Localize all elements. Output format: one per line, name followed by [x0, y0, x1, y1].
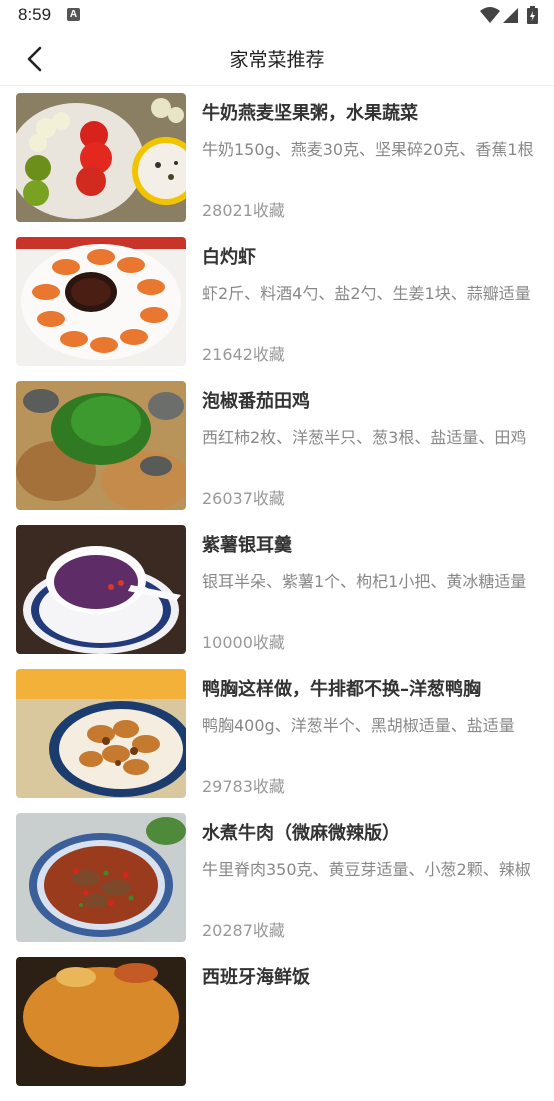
status-bar: 8:59 A — [0, 0, 554, 32]
recipe-favorites: 28021收藏 — [202, 201, 285, 220]
recipe-image — [16, 957, 186, 1086]
notification-icon: A — [67, 8, 80, 21]
battery-icon — [527, 6, 538, 24]
recipe-item[interactable]: 西班牙海鲜饭 — [0, 957, 554, 1101]
recipe-ingredients: 银耳半朵、紫薯1个、枸杞1小把、黄冰糖适量 — [202, 572, 527, 591]
recipe-item[interactable]: 牛奶燕麦坚果粥，水果蔬菜 牛奶150g、燕麦30克、坚果碎20克、香蕉1根 28… — [0, 93, 554, 237]
recipe-ingredients: 虾2斤、料酒4勺、盐2勺、生姜1块、蒜瓣适量 — [202, 284, 531, 303]
recipe-favorites: 10000收藏 — [202, 633, 285, 652]
recipe-image — [16, 93, 186, 222]
recipe-ingredients: 西红柿2枚、洋葱半只、葱3根、盐适量、田鸡 — [202, 428, 527, 447]
recipe-item[interactable]: 紫薯银耳羹 银耳半朵、紫薯1个、枸杞1小把、黄冰糖适量 10000收藏 — [0, 525, 554, 669]
recipe-item[interactable]: 水煮牛肉（微麻微辣版） 牛里脊肉350克、黄豆芽适量、小葱2颗、辣椒 20287… — [0, 813, 554, 957]
recipe-title: 水煮牛肉（微麻微辣版） — [202, 823, 400, 844]
recipe-item[interactable]: 泡椒番茄田鸡 西红柿2枚、洋葱半只、葱3根、盐适量、田鸡 26037收藏 — [0, 381, 554, 525]
recipe-title: 西班牙海鲜饭 — [202, 967, 310, 988]
recipe-image — [16, 237, 186, 366]
recipe-ingredients: 牛里脊肉350克、黄豆芽适量、小葱2颗、辣椒 — [202, 860, 531, 879]
toolbar: 家常菜推荐 — [0, 32, 554, 86]
recipe-title: 牛奶燕麦坚果粥，水果蔬菜 — [202, 103, 418, 124]
recipe-favorites: 29783收藏 — [202, 777, 285, 796]
recipe-item[interactable]: 鸭胸这样做，牛排都不换–洋葱鸭胸 鸭胸400g、洋葱半个、黑胡椒适量、盐适量 2… — [0, 669, 554, 813]
recipe-title: 白灼虾 — [202, 247, 256, 268]
recipe-image — [16, 381, 186, 510]
recipe-ingredients: 鸭胸400g、洋葱半个、黑胡椒适量、盐适量 — [202, 716, 515, 735]
recipe-title: 紫薯银耳羹 — [202, 535, 292, 556]
recipe-title: 鸭胸这样做，牛排都不换–洋葱鸭胸 — [202, 679, 481, 700]
recipe-favorites: 26037收藏 — [202, 489, 285, 508]
signal-icon — [503, 8, 518, 23]
recipe-image — [16, 669, 186, 798]
recipe-image — [16, 525, 186, 654]
recipe-image — [16, 813, 186, 942]
recipe-item[interactable]: 白灼虾 虾2斤、料酒4勺、盐2勺、生姜1块、蒜瓣适量 21642收藏 — [0, 237, 554, 381]
recipe-favorites: 20287收藏 — [202, 921, 285, 940]
page-title: 家常菜推荐 — [229, 49, 325, 71]
status-time: 8:59 — [18, 5, 52, 24]
recipe-ingredients: 牛奶150g、燕麦30克、坚果碎20克、香蕉1根 — [202, 140, 534, 159]
wifi-icon — [480, 7, 500, 23]
recipe-title: 泡椒番茄田鸡 — [202, 391, 310, 412]
recipe-favorites: 21642收藏 — [202, 345, 285, 364]
recipe-list[interactable]: 牛奶燕麦坚果粥，水果蔬菜 牛奶150g、燕麦30克、坚果碎20克、香蕉1根 28… — [0, 93, 554, 1101]
